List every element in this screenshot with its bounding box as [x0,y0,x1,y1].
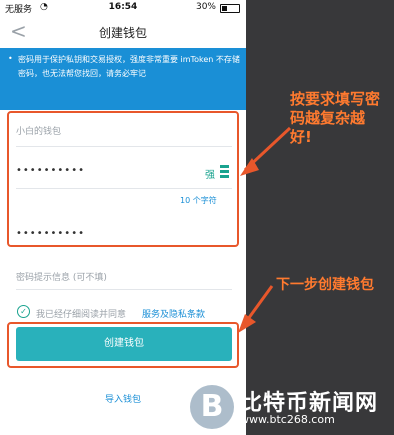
fill-password-annotation: 按要求填写密码越复杂越好! [290,90,381,146]
arrow-icon [240,126,292,176]
annotation-arrows [238,126,292,333]
next-step-annotation: 下一步创建钱包 [276,277,374,293]
arrow-icon [238,285,274,333]
bitcoin-logo-icon: B [190,385,234,429]
watermark-url: www.btc268.com [240,413,335,426]
